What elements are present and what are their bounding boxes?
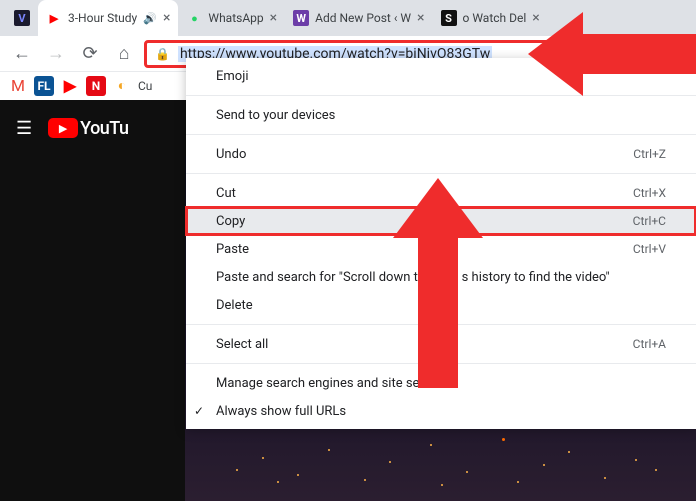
bookmark-icon[interactable]: ◐ <box>112 76 132 96</box>
tab-title: Add New Post ‹ W <box>315 11 411 25</box>
shortcut: Ctrl+A <box>633 337 666 351</box>
tab-close-icon[interactable]: × <box>163 10 170 26</box>
bookmark-icon[interactable]: FL <box>34 76 54 96</box>
forward-button[interactable]: → <box>42 40 70 68</box>
lock-icon: 🔒 <box>155 47 170 61</box>
separator <box>186 173 696 174</box>
tab-title: o Watch Del <box>463 11 527 25</box>
shortcut: Ctrl+C <box>633 214 666 228</box>
youtube-logo-text: YouTu <box>80 118 128 139</box>
youtube-icon[interactable]: ▶ <box>60 76 80 96</box>
whatsapp-icon: ● <box>186 10 202 26</box>
audio-indicator-icon[interactable]: 🔊 <box>143 12 157 25</box>
favicon: V <box>14 10 30 26</box>
bookmark-label[interactable]: Cu <box>138 79 152 93</box>
tab-close-icon[interactable]: × <box>417 10 424 26</box>
youtube-logo[interactable]: ▶ YouTu <box>48 118 128 139</box>
browser-tab[interactable]: ● WhatsApp × <box>178 0 285 36</box>
shortcut: Ctrl+V <box>633 242 666 256</box>
tab-close-icon[interactable]: × <box>270 10 277 26</box>
tab-title: 3-Hour Study <box>68 11 137 25</box>
context-menu-undo[interactable]: Undo Ctrl+Z <box>186 140 696 168</box>
wordpress-icon: W <box>293 10 309 26</box>
shortcut: Ctrl+X <box>633 186 666 200</box>
reload-button[interactable]: ⟳ <box>76 40 104 68</box>
annotation-arrow-left-icon <box>528 4 696 104</box>
check-icon: ✓ <box>194 404 204 418</box>
browser-tab[interactable]: W Add New Post ‹ W × <box>285 0 432 36</box>
youtube-icon: ▶ <box>46 10 62 26</box>
annotation-arrow-up-icon <box>388 178 488 388</box>
youtube-play-icon: ▶ <box>48 118 78 138</box>
favicon: S <box>441 10 457 26</box>
gmail-icon[interactable]: M <box>8 76 28 96</box>
hamburger-menu-icon[interactable]: ☰ <box>16 118 32 139</box>
browser-tab-active[interactable]: ▶ 3-Hour Study 🔊 × <box>38 0 178 36</box>
context-menu-send-to-devices[interactable]: Send to your devices <box>186 101 696 129</box>
home-button[interactable]: ⌂ <box>110 40 138 68</box>
back-button[interactable]: ← <box>8 40 36 68</box>
netflix-icon[interactable]: N <box>86 76 106 96</box>
tab-title: WhatsApp <box>208 11 263 25</box>
separator <box>186 134 696 135</box>
shortcut: Ctrl+Z <box>633 147 666 161</box>
browser-tab[interactable]: V <box>6 0 38 36</box>
context-menu-show-full-urls[interactable]: ✓ Always show full URLs <box>186 397 696 425</box>
